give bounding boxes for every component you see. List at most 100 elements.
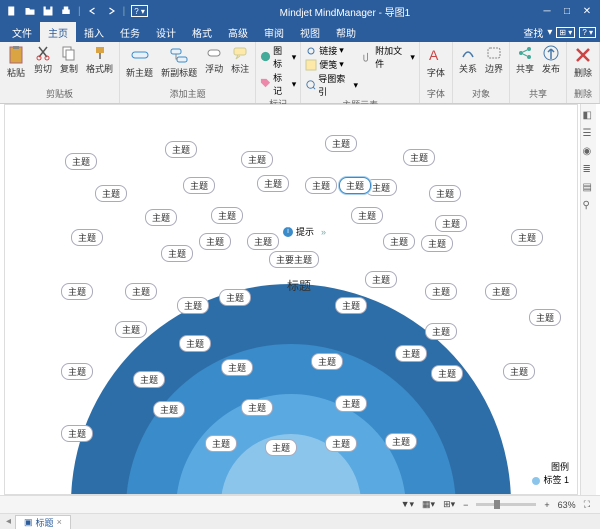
menu-tab-8[interactable]: 视图 bbox=[292, 22, 328, 43]
topic-node[interactable]: 主题 bbox=[403, 149, 435, 166]
panel-toggle-icon[interactable]: ◧ bbox=[583, 110, 595, 122]
topic-node[interactable]: 主题 bbox=[365, 271, 397, 288]
open-file-icon[interactable] bbox=[24, 5, 36, 17]
topic-node[interactable]: 主题 bbox=[61, 363, 93, 380]
menu-tab-3[interactable]: 任务 bbox=[112, 22, 148, 43]
ribbon-layout-icon[interactable]: ⊞ ▾ bbox=[556, 27, 575, 38]
topic-node[interactable]: 主题 bbox=[305, 177, 337, 194]
topic-node[interactable]: 主题 bbox=[325, 135, 357, 152]
undo-icon[interactable] bbox=[87, 5, 99, 17]
filter-icon[interactable]: ▼▾ bbox=[401, 499, 414, 510]
document-tab[interactable]: ▣ 标题 × bbox=[15, 515, 71, 529]
floating-topic-button[interactable]: 浮动 bbox=[203, 44, 225, 76]
link-button[interactable]: 链接 ▾ bbox=[305, 44, 358, 57]
expand-icon[interactable]: ⊞▾ bbox=[443, 499, 455, 510]
menu-tab-4[interactable]: 设计 bbox=[148, 22, 184, 43]
topic-node[interactable]: 主题 bbox=[485, 283, 517, 300]
topic-node[interactable]: 主题 bbox=[95, 185, 127, 202]
save-icon[interactable] bbox=[42, 5, 54, 17]
callout-button[interactable]: 标注 bbox=[229, 44, 251, 76]
topic-node[interactable]: 主题 bbox=[179, 335, 211, 352]
minimize-icon[interactable]: ─ bbox=[542, 6, 552, 16]
note-button[interactable]: 便笺 ▾ bbox=[305, 58, 358, 71]
copy-button[interactable]: 复制 bbox=[58, 44, 80, 76]
topic-node[interactable]: 主题 bbox=[61, 425, 93, 442]
main-topic[interactable]: 主要主题 bbox=[269, 251, 319, 268]
topic-node[interactable]: 主题 bbox=[335, 297, 367, 314]
topic-node[interactable]: 主题 bbox=[241, 151, 273, 168]
zoom-in-icon[interactable]: + bbox=[544, 500, 549, 510]
new-topic-button[interactable]: 新主题 bbox=[124, 44, 155, 80]
topic-node[interactable]: 主题 bbox=[335, 395, 367, 412]
topic-node[interactable]: 主题 bbox=[325, 435, 357, 452]
topic-node[interactable]: 主题 bbox=[221, 359, 253, 376]
topic-node[interactable]: 主题 bbox=[65, 153, 97, 170]
format-painter-button[interactable]: 格式刷 bbox=[84, 44, 115, 76]
tab-nav-left-icon[interactable]: ◂ bbox=[6, 516, 11, 527]
relation-button[interactable]: 关系 bbox=[457, 44, 479, 76]
topic-node[interactable]: 主题 bbox=[183, 177, 215, 194]
topic-node[interactable]: 主题 bbox=[199, 233, 231, 250]
zoom-level[interactable]: 63% bbox=[558, 500, 576, 510]
publish-button[interactable]: 发布 bbox=[540, 44, 562, 76]
topic-node[interactable]: 主题 bbox=[383, 233, 415, 250]
view-mode-icon[interactable]: ▦▾ bbox=[422, 499, 435, 510]
topic-node[interactable]: 主题 bbox=[429, 185, 461, 202]
cut-button[interactable]: 剪切 bbox=[32, 44, 54, 76]
topic-node[interactable]: 主题 bbox=[241, 399, 273, 416]
font-button[interactable]: A字体 bbox=[424, 44, 448, 80]
help-icon[interactable]: ? ▾ bbox=[579, 27, 596, 38]
marker-pane-icon[interactable]: ◉ bbox=[583, 146, 595, 158]
topic-node[interactable]: 主题 bbox=[385, 433, 417, 450]
topic-node[interactable]: 主题 bbox=[435, 215, 467, 232]
topic-node[interactable]: 主题 bbox=[161, 245, 193, 262]
outline-pane-icon[interactable]: ≣ bbox=[583, 164, 595, 176]
topic-node[interactable]: 主题 bbox=[211, 207, 243, 224]
map-index-button[interactable]: 导图索引 ▾ bbox=[305, 72, 358, 98]
new-file-icon[interactable] bbox=[6, 5, 18, 17]
topic-node[interactable]: 主题 bbox=[395, 345, 427, 362]
qat-dropdown-icon[interactable]: ? ▾ bbox=[131, 5, 148, 17]
menu-tab-5[interactable]: 格式 bbox=[184, 22, 220, 43]
topic-node[interactable]: 主题 bbox=[247, 233, 279, 250]
zoom-slider[interactable] bbox=[476, 503, 536, 506]
boundary-button[interactable]: 边界 bbox=[483, 44, 505, 76]
maximize-icon[interactable]: □ bbox=[562, 6, 572, 16]
new-subtopic-button[interactable]: 新副标题 bbox=[159, 44, 199, 80]
topic-node[interactable]: 主题 bbox=[219, 289, 251, 306]
menu-tab-7[interactable]: 审阅 bbox=[256, 22, 292, 43]
topic-node[interactable]: 主题 bbox=[311, 353, 343, 370]
mindmap-canvas[interactable]: 标题 主要主题 i提示» 图例 标签 1 主题主题主题主题主题主题主题主题主题主… bbox=[4, 104, 578, 495]
topic-node[interactable]: 主题 bbox=[153, 401, 185, 418]
topic-node[interactable]: 主题 bbox=[61, 283, 93, 300]
task-pane-icon[interactable]: ☰ bbox=[583, 128, 595, 140]
print-icon[interactable] bbox=[60, 5, 72, 17]
topic-node[interactable]: 主题 bbox=[421, 235, 453, 252]
search-dropdown-icon[interactable]: ▾ bbox=[547, 27, 552, 38]
menu-tab-1[interactable]: 主页 bbox=[40, 22, 76, 43]
paste-button[interactable]: 粘贴 bbox=[4, 44, 28, 80]
topic-node[interactable]: 主题 bbox=[133, 371, 165, 388]
topic-node[interactable]: 主题 bbox=[431, 365, 463, 382]
icon-marker-button[interactable]: 图标 ▾ bbox=[260, 44, 296, 70]
close-icon[interactable]: ✕ bbox=[582, 6, 592, 16]
topic-node[interactable]: 主题 bbox=[511, 229, 543, 246]
topic-node[interactable]: 主题 bbox=[125, 283, 157, 300]
share-button[interactable]: 共享 bbox=[514, 44, 536, 76]
topic-node[interactable]: 主题 bbox=[265, 439, 297, 456]
topic-node[interactable]: 主题 bbox=[145, 209, 177, 226]
library-pane-icon[interactable]: ▤ bbox=[583, 182, 595, 194]
topic-node[interactable]: 主题 bbox=[205, 435, 237, 452]
hint-callout[interactable]: i提示» bbox=[283, 225, 326, 238]
topic-node[interactable]: 主题 bbox=[529, 309, 561, 326]
topic-node[interactable]: 主题 bbox=[71, 229, 103, 246]
menu-tab-0[interactable]: 文件 bbox=[4, 22, 40, 43]
attach-button[interactable]: 附加文件 ▾ bbox=[362, 44, 415, 70]
delete-button[interactable]: 删除 bbox=[571, 44, 595, 80]
topic-node-selected[interactable]: 主题 bbox=[339, 177, 371, 194]
topic-node[interactable]: 主题 bbox=[115, 321, 147, 338]
menu-tab-9[interactable]: 帮助 bbox=[328, 22, 364, 43]
search-pane-icon[interactable]: ⚲ bbox=[583, 200, 595, 212]
center-title[interactable]: 标题 bbox=[287, 277, 311, 294]
fullscreen-icon[interactable]: ⛶ bbox=[584, 499, 590, 510]
